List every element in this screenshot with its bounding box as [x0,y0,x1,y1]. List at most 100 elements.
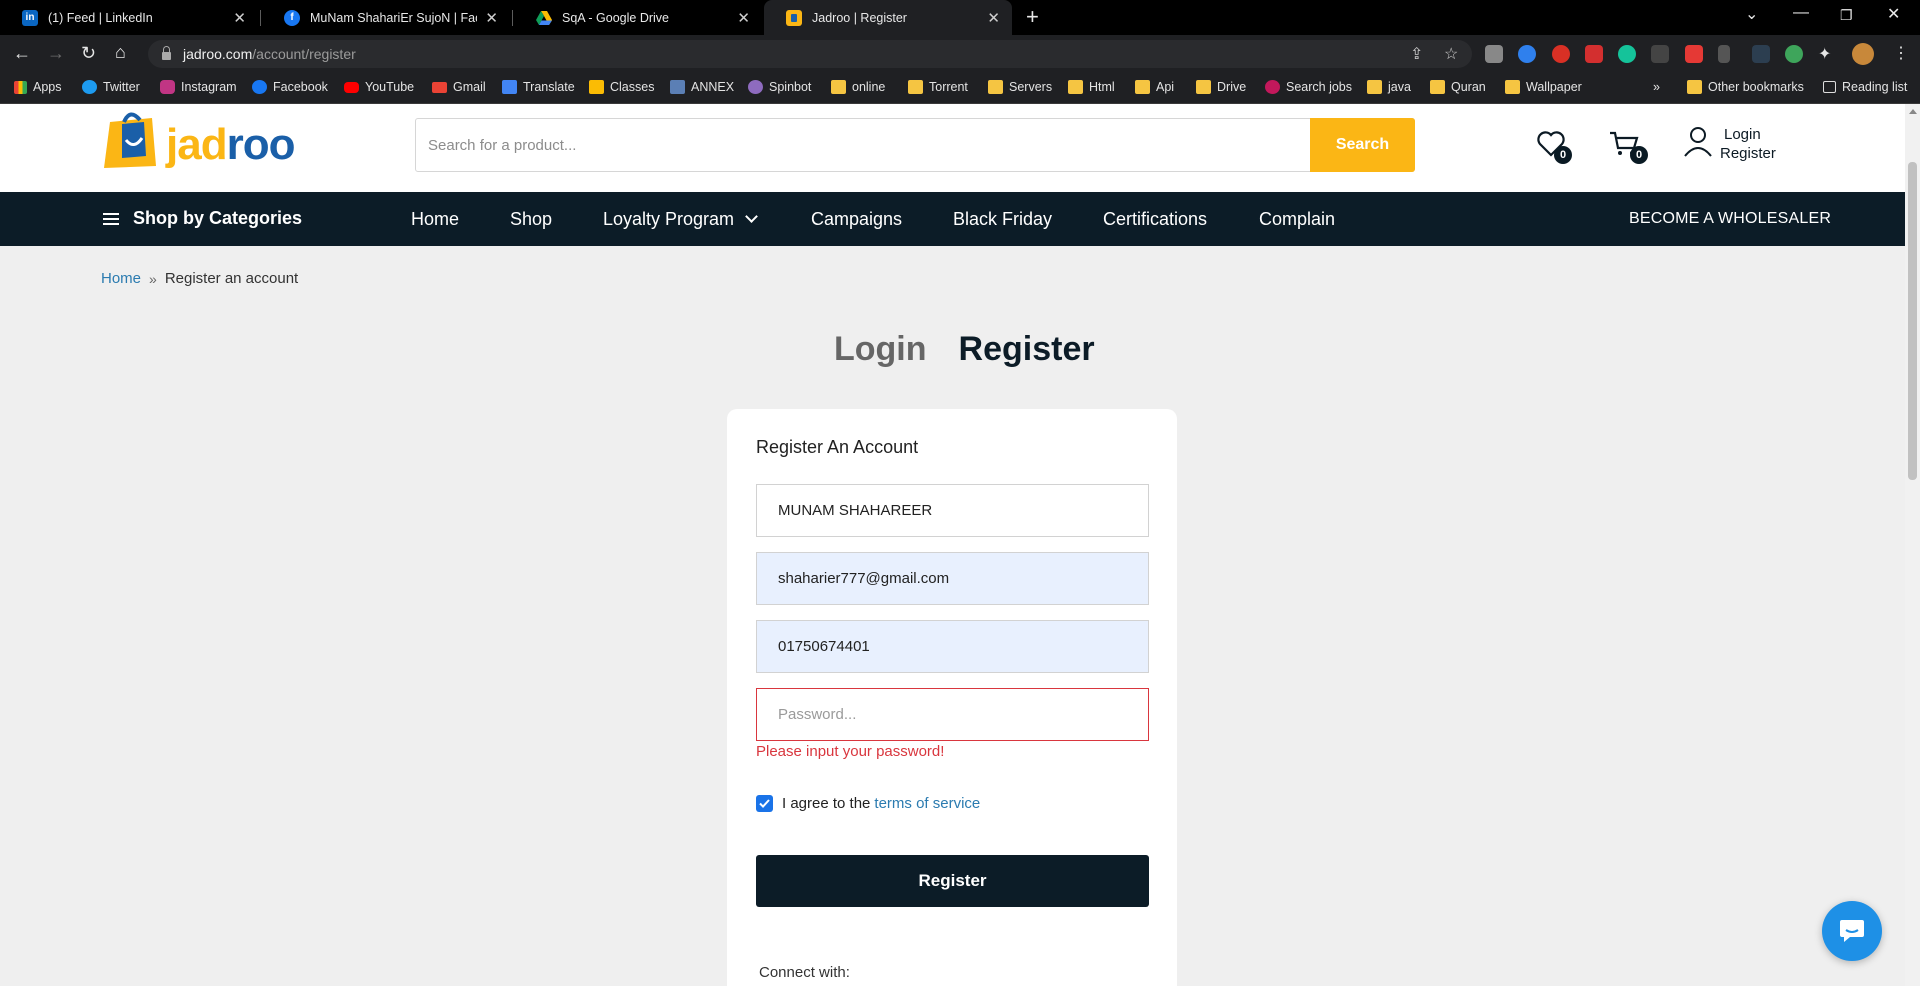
terms-checkbox[interactable] [756,795,773,812]
checkmark-icon [759,799,770,808]
forward-button[interactable]: → [47,43,65,64]
bookmark-spinbot[interactable]: Spinbot [748,80,811,94]
breadcrumb-home[interactable]: Home [101,270,141,287]
password-input[interactable] [778,706,1148,723]
bookmark-folder-java[interactable]: java [1367,80,1411,94]
close-window-button[interactable]: ✕ [1887,4,1900,24]
extension-icon[interactable] [1785,45,1803,63]
breadcrumb: Home » Register an account [101,270,298,287]
bookmark-annex[interactable]: ANNEX [670,80,734,94]
bookmark-gmail[interactable]: Gmail [432,80,486,94]
nav-campaigns[interactable]: Campaigns [811,209,902,230]
bookmark-apps[interactable]: Apps [14,80,62,94]
bookmark-youtube[interactable]: YouTube [344,80,414,94]
bookmark-label: Apps [33,80,62,94]
terms-of-service-link[interactable]: terms of service [874,795,980,812]
url-host: jadroo.com [183,46,253,62]
tab-jadroo[interactable]: Jadroo | Register ✕ [764,0,1012,35]
bookmark-label: YouTube [365,80,415,94]
reload-button[interactable]: ↻ [81,43,96,64]
extension-icon[interactable] [1651,45,1669,63]
address-bar[interactable]: jadroo.com/account/register ⇪ ☆ [148,40,1472,68]
tab-search-icon[interactable]: ⌄ [1745,4,1758,24]
close-icon[interactable]: ✕ [987,9,1000,27]
page-scrollbar[interactable] [1905,104,1920,986]
wishlist-button[interactable]: 0 [1536,130,1572,164]
email-input[interactable] [778,570,1148,587]
extension-icon[interactable] [1585,45,1603,63]
reading-list[interactable]: Reading list [1823,80,1907,94]
bookmark-folder-wallpaper[interactable]: Wallpaper [1505,80,1582,94]
phone-field[interactable] [756,620,1149,673]
nav-black-friday[interactable]: Black Friday [953,209,1052,230]
bookmark-folder-drive[interactable]: Drive [1196,80,1246,94]
close-icon[interactable]: ✕ [737,9,750,27]
search-input[interactable] [428,119,1298,171]
home-button[interactable]: ⌂ [115,42,126,63]
back-button[interactable]: ← [13,43,31,64]
bookmarks-overflow-button[interactable]: » [1653,80,1660,94]
new-tab-button[interactable]: + [1026,4,1039,30]
bookmark-translate[interactable]: Translate [502,80,575,94]
other-bookmarks[interactable]: Other bookmarks [1687,80,1804,94]
bookmark-folder-online[interactable]: online [831,80,885,94]
scrollbar-thumb[interactable] [1908,162,1917,480]
restore-button[interactable]: ❐ [1840,7,1853,24]
bookmark-twitter[interactable]: Twitter [82,80,140,94]
nav-certifications[interactable]: Certifications [1103,209,1207,230]
profile-avatar[interactable] [1852,43,1874,65]
folder-icon [908,80,923,94]
share-icon[interactable]: ⇪ [1410,44,1423,64]
password-field[interactable] [756,688,1149,741]
bookmark-facebook[interactable]: Facebook [252,80,328,94]
extension-icon[interactable] [1518,45,1536,63]
tab-register[interactable]: Register [959,330,1095,369]
site-logo[interactable]: jadroo [100,106,300,174]
puzzle-icon[interactable]: ✦ [1818,44,1831,64]
extension-icon[interactable] [1485,45,1503,63]
bookmark-label: Reading list [1842,80,1908,94]
register-submit-button[interactable]: Register [756,855,1149,907]
bookmark-folder-html[interactable]: Html [1068,80,1115,94]
bookmark-star-icon[interactable]: ☆ [1444,44,1458,64]
folder-icon [1196,80,1211,94]
bookmark-classes[interactable]: Classes [589,80,654,94]
folder-icon [1505,80,1520,94]
bookmark-instagram[interactable]: Instagram [160,80,237,94]
close-icon[interactable]: ✕ [233,9,246,27]
menu-icon[interactable]: ⋮ [1893,43,1909,63]
bookmark-folder-api[interactable]: Api [1135,80,1174,94]
name-field[interactable] [756,484,1149,537]
name-input[interactable] [778,502,1148,519]
extension-icon[interactable] [1685,45,1703,63]
phone-input[interactable] [778,638,1148,655]
extension-icon[interactable] [1552,45,1570,63]
tab-facebook[interactable]: f MuNam ShahariEr SujoN | Facebook ✕ [262,0,510,35]
header-login-link[interactable]: Login [1724,126,1761,143]
cart-button[interactable]: 0 [1608,130,1648,164]
extension-icon[interactable] [1718,45,1730,63]
nav-shop[interactable]: Shop [510,209,552,230]
minimize-button[interactable]: — [1793,4,1809,22]
become-wholesaler-link[interactable]: BECOME A WHOLESALER [1629,210,1831,228]
email-field[interactable] [756,552,1149,605]
shop-by-categories-button[interactable]: Shop by Categories [103,208,302,229]
header-register-link[interactable]: Register [1720,145,1776,162]
bookmark-folder-servers[interactable]: Servers [988,80,1052,94]
chat-widget-button[interactable] [1822,901,1882,961]
nav-home[interactable]: Home [411,209,459,230]
scroll-up-arrow-icon[interactable] [1909,109,1917,114]
nav-loyalty-program[interactable]: Loyalty Program [603,209,758,230]
tab-login[interactable]: Login [834,330,927,369]
tab-linkedin[interactable]: in (1) Feed | LinkedIn ✕ [0,0,258,35]
nav-complain[interactable]: Complain [1259,209,1335,230]
bookmark-search-jobs[interactable]: Search jobs [1265,80,1352,94]
grammarly-icon[interactable] [1618,45,1636,63]
bookmark-folder-quran[interactable]: Quran [1430,80,1486,94]
tab-google-drive[interactable]: SqA - Google Drive ✕ [514,0,762,35]
bookmark-folder-torrent[interactable]: Torrent [908,80,968,94]
extension-icon[interactable] [1752,45,1770,63]
close-icon[interactable]: ✕ [485,9,498,27]
main-navigation: Shop by Categories Home Shop Loyalty Pro… [0,192,1920,246]
search-button[interactable]: Search [1310,118,1415,172]
